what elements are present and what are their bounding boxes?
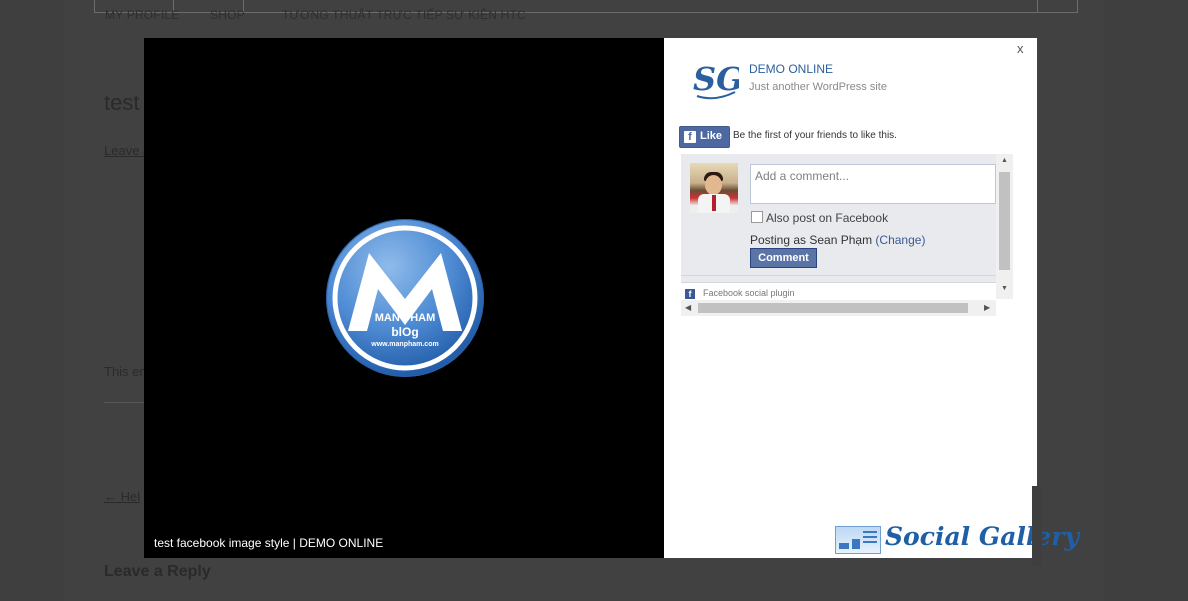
nav-separator [1037,0,1038,12]
facebook-plugin-text[interactable]: Facebook social plugin [703,288,795,298]
nav-item-shop[interactable]: SHOP [210,8,245,22]
image-caption: test facebook image style | DEMO ONLINE [154,536,384,550]
background-nav: MY PROFILE SHOP TƯƠNG THUẬT TRỰC TIẾP SỰ… [94,0,1078,22]
scroll-up-arrow-icon[interactable]: ▲ [1001,157,1008,164]
horizontal-scrollbar[interactable]: ◀ ▶ [681,300,996,316]
scroll-left-arrow-icon[interactable]: ◀ [685,303,691,312]
site-tagline: Just another WordPress site [749,81,887,93]
logo-text-line2: blOg [391,325,419,339]
logo-m-graphic [332,225,478,371]
also-post-checkbox[interactable] [751,211,763,223]
social-gallery-brand: Social Gallery [835,520,1079,556]
facebook-like-button[interactable]: f Like [679,126,730,148]
user-avatar [690,163,738,213]
facebook-icon: f [685,289,695,299]
social-gallery-logo-text: Social Gallery [885,522,1079,551]
site-logo-icon: SG [693,60,739,100]
image-pane: MAN PHAM blOg www.manpham.com test faceb… [144,38,664,558]
reply-heading: Leave a Reply [104,563,211,580]
facebook-comments-box: Add a comment... Also post on Facebook P… [681,154,1013,300]
divider [104,402,144,403]
like-label: Like [700,130,723,142]
posting-as-name: Posting as Sean Phạm [750,233,873,247]
panel-corner [1032,486,1042,566]
close-button[interactable]: x [1017,41,1024,56]
logo-text-line1: MAN PHAM [374,312,436,324]
facebook-icon: f [684,131,696,143]
change-link[interactable]: (Change) [875,233,925,247]
also-post-label: Also post on Facebook [766,211,889,225]
post-title: test [104,90,140,115]
comment-button[interactable]: Comment [750,248,817,268]
gallery-thumbnails-icon [835,526,881,554]
scrollbar-thumb[interactable] [999,172,1010,270]
man-pham-logo-image: MAN PHAM blOg www.manpham.com [326,219,484,377]
scroll-down-arrow-icon[interactable]: ▼ [1001,285,1008,292]
scrollbar-thumb[interactable] [698,303,968,313]
lightbox: MAN PHAM blOg www.manpham.com test faceb… [144,38,1079,566]
facebook-plugin-footer: f Facebook social plugin [681,282,996,300]
nav-item-my-profile[interactable]: MY PROFILE [105,8,179,22]
site-title[interactable]: DEMO ONLINE [749,62,833,76]
nav-item-event[interactable]: TƯƠNG THUẬT TRỰC TIẾP SỰ KIỆN HTC [282,8,526,22]
posting-as-text: Posting as Sean Phạm (Change) [750,233,925,247]
scroll-right-arrow-icon[interactable]: ▶ [984,303,990,312]
like-count-text: Be the first of your friends to like thi… [733,130,897,141]
logo-text-url: www.manpham.com [371,341,439,348]
divider [681,275,996,276]
prev-post-link[interactable]: ← Hel [104,489,140,504]
side-panel: x SG DEMO ONLINE Just another WordPress … [664,38,1079,558]
vertical-scrollbar[interactable]: ▲ ▼ [996,154,1013,299]
post-body-text: This en [104,364,147,379]
comment-input[interactable]: Add a comment... [750,164,996,204]
